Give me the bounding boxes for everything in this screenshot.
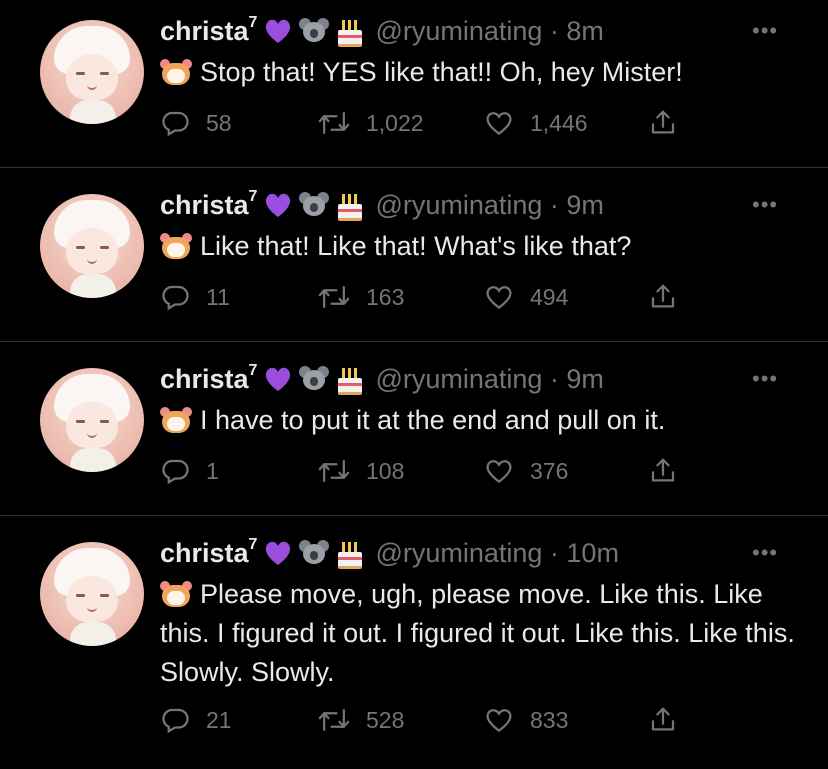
reply-button[interactable]: 58 bbox=[160, 106, 232, 140]
retweet-icon bbox=[318, 286, 350, 308]
retweet-count: 1,022 bbox=[366, 109, 424, 136]
tweet-actions: 21 528 833 bbox=[160, 703, 680, 737]
like-count: 494 bbox=[530, 283, 569, 310]
tweet-text: Stop that! YES like that!! Oh, hey Miste… bbox=[160, 53, 800, 92]
handle-timestamp[interactable]: @ryuminating · 9m bbox=[375, 190, 603, 221]
like-count: 833 bbox=[530, 706, 569, 733]
like-button[interactable]: 494 bbox=[484, 280, 568, 314]
reply-button[interactable]: 11 bbox=[160, 280, 230, 314]
tweet-actions: 11 163 494 bbox=[160, 280, 680, 314]
koala-emoji-icon bbox=[299, 16, 330, 46]
like-button[interactable]: 1,446 bbox=[484, 106, 588, 140]
retweet-button[interactable]: 163 bbox=[318, 280, 404, 314]
display-name[interactable]: christa7 bbox=[160, 362, 257, 395]
display-name[interactable]: christa7 bbox=[160, 188, 257, 221]
retweet-button[interactable]: 108 bbox=[318, 454, 404, 488]
avatar[interactable] bbox=[40, 194, 144, 298]
more-options-icon[interactable]: ••• bbox=[752, 540, 778, 566]
reply-count: 1 bbox=[206, 457, 219, 484]
share-button[interactable] bbox=[648, 106, 678, 140]
share-button[interactable] bbox=[648, 703, 678, 737]
like-button[interactable]: 833 bbox=[484, 703, 568, 737]
reply-icon bbox=[162, 111, 189, 137]
share-icon bbox=[651, 110, 675, 134]
retweet-count: 528 bbox=[366, 706, 405, 733]
heart-icon bbox=[486, 112, 512, 136]
share-icon bbox=[651, 707, 675, 731]
tweet[interactable]: christa7 @ryuminating · 9m ••• Like that… bbox=[0, 168, 828, 341]
tweet-text: Like that! Like that! What's like that? bbox=[160, 227, 800, 266]
retweet-icon bbox=[318, 460, 350, 482]
tweet[interactable]: christa7 @ryuminating · 9m ••• I have to… bbox=[0, 342, 828, 515]
birthday-cake-emoji-icon bbox=[335, 364, 365, 395]
reply-count: 21 bbox=[206, 706, 232, 733]
retweet-button[interactable]: 1,022 bbox=[318, 106, 424, 140]
share-button[interactable] bbox=[648, 454, 678, 488]
tweet-header: christa7 @ryuminating · 9m bbox=[160, 188, 604, 222]
purple-heart-emoji-icon bbox=[263, 364, 293, 394]
like-count: 376 bbox=[530, 457, 569, 484]
birthday-cake-emoji-icon bbox=[335, 538, 365, 569]
share-icon bbox=[651, 284, 675, 308]
tweet-header: christa7 @ryuminating · 10m bbox=[160, 536, 619, 570]
tweet[interactable]: christa7 @ryuminating · 8m ••• Stop that… bbox=[0, 0, 828, 167]
hamster-emoji-icon bbox=[160, 232, 192, 260]
hamster-emoji-icon bbox=[160, 580, 192, 608]
purple-heart-emoji-icon bbox=[263, 190, 293, 220]
avatar[interactable] bbox=[40, 542, 144, 646]
heart-icon bbox=[486, 460, 512, 484]
purple-heart-emoji-icon bbox=[263, 16, 293, 46]
display-name[interactable]: christa7 bbox=[160, 536, 257, 569]
avatar[interactable] bbox=[40, 20, 144, 124]
retweet-icon bbox=[318, 709, 350, 731]
koala-emoji-icon bbox=[299, 364, 330, 394]
tweet-header: christa7 @ryuminating · 8m bbox=[160, 14, 604, 48]
hamster-emoji-icon bbox=[160, 58, 192, 86]
tweet-header: christa7 @ryuminating · 9m bbox=[160, 362, 604, 396]
reply-icon bbox=[162, 708, 189, 734]
like-button[interactable]: 376 bbox=[484, 454, 568, 488]
koala-emoji-icon bbox=[299, 190, 330, 220]
reply-count: 58 bbox=[206, 109, 232, 136]
tweet-actions: 58 1,022 1,446 bbox=[160, 106, 680, 140]
retweet-count: 163 bbox=[366, 283, 405, 310]
handle-timestamp[interactable]: @ryuminating · 8m bbox=[375, 16, 603, 47]
handle-timestamp[interactable]: @ryuminating · 9m bbox=[375, 364, 603, 395]
reply-icon bbox=[162, 285, 189, 311]
more-options-icon[interactable]: ••• bbox=[752, 192, 778, 218]
reply-count: 11 bbox=[206, 283, 230, 310]
reply-button[interactable]: 21 bbox=[160, 703, 232, 737]
share-button[interactable] bbox=[648, 280, 678, 314]
purple-heart-emoji-icon bbox=[263, 538, 293, 568]
avatar[interactable] bbox=[40, 368, 144, 472]
hamster-emoji-icon bbox=[160, 406, 192, 434]
reply-icon bbox=[162, 459, 189, 485]
more-options-icon[interactable]: ••• bbox=[752, 18, 778, 44]
retweet-count: 108 bbox=[366, 457, 405, 484]
reply-button[interactable]: 1 bbox=[160, 454, 219, 488]
more-options-icon[interactable]: ••• bbox=[752, 366, 778, 392]
tweet-text: I have to put it at the end and pull on … bbox=[160, 401, 800, 440]
retweet-icon bbox=[318, 112, 350, 134]
birthday-cake-emoji-icon bbox=[335, 16, 365, 47]
birthday-cake-emoji-icon bbox=[335, 190, 365, 221]
handle-timestamp[interactable]: @ryuminating · 10m bbox=[375, 538, 619, 569]
display-name[interactable]: christa7 bbox=[160, 14, 257, 47]
heart-icon bbox=[486, 286, 512, 310]
tweet-text: Please move, ugh, please move. Like this… bbox=[160, 579, 795, 687]
tweet[interactable]: christa7 @ryuminating · 10m ••• Please m… bbox=[0, 516, 828, 769]
share-icon bbox=[651, 458, 675, 482]
retweet-button[interactable]: 528 bbox=[318, 703, 404, 737]
tweet-actions: 1 108 376 bbox=[160, 454, 680, 488]
like-count: 1,446 bbox=[530, 109, 588, 136]
koala-emoji-icon bbox=[299, 538, 330, 568]
heart-icon bbox=[486, 709, 512, 733]
